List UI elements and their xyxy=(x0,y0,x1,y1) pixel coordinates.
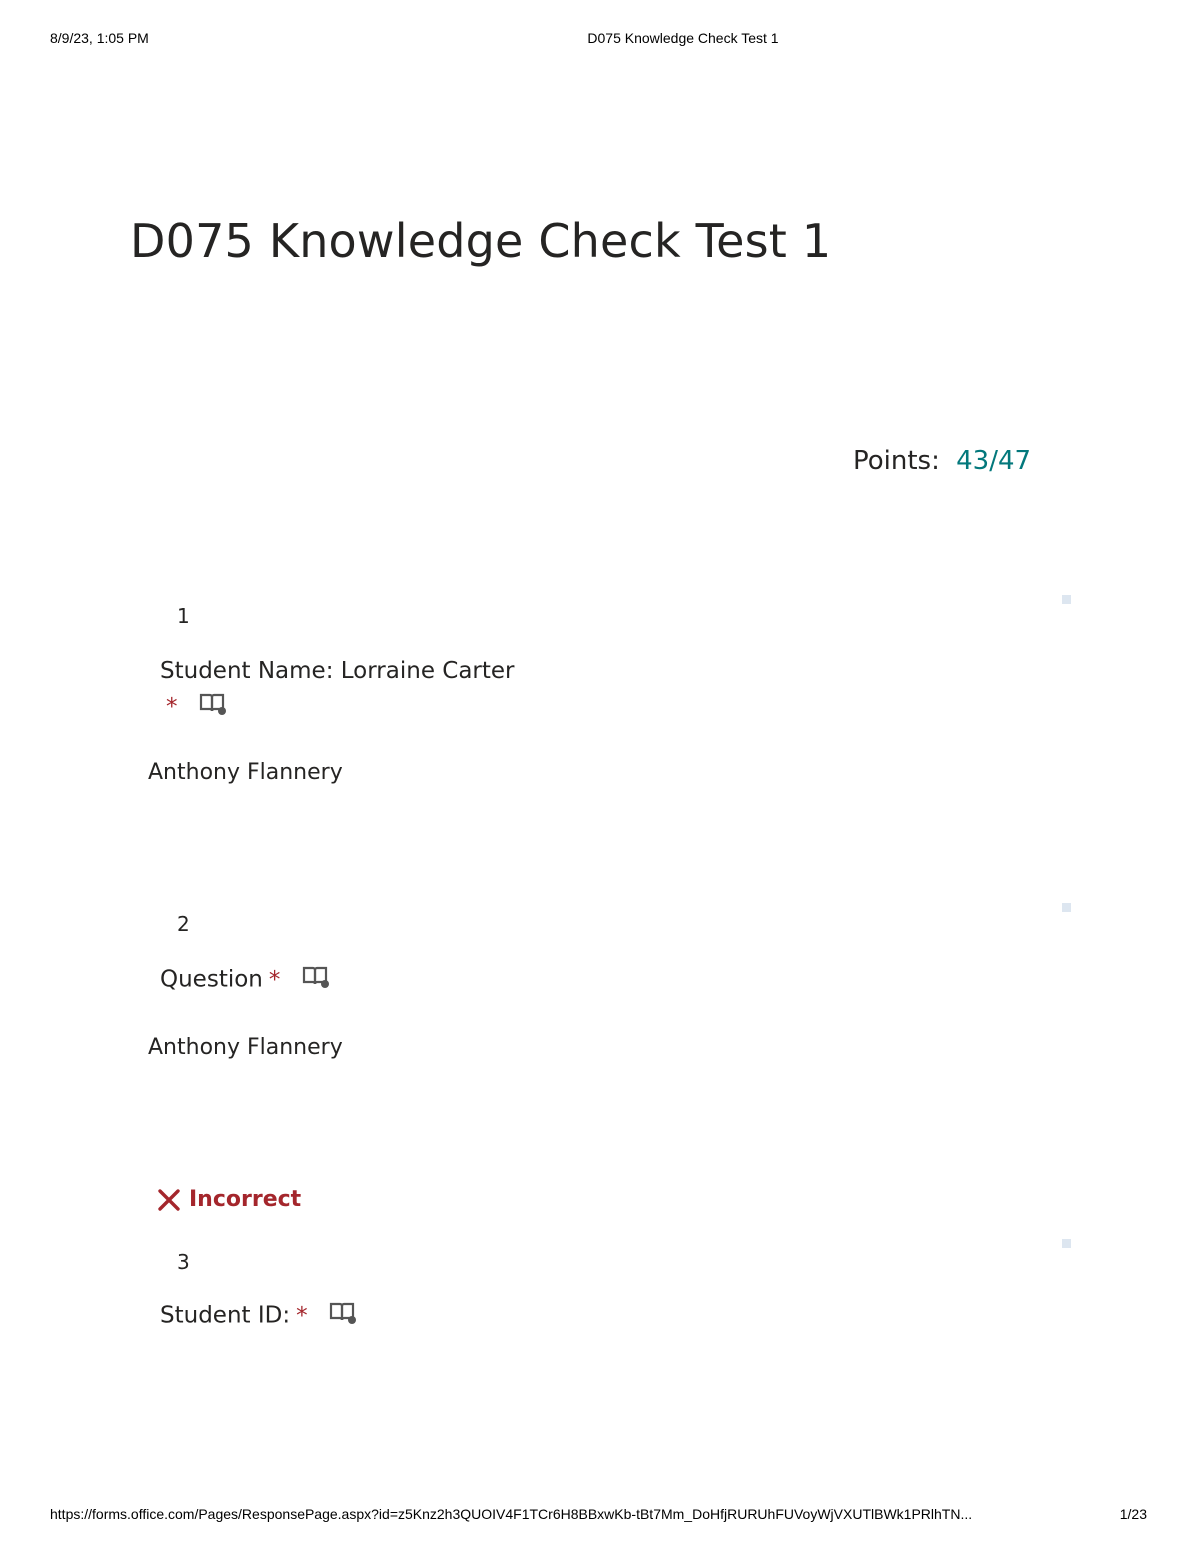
question-1-number: 1 xyxy=(177,604,190,628)
print-page-number: 1/23 xyxy=(1119,1506,1147,1522)
question-2-title-row: Question * xyxy=(160,965,330,995)
question-1-corner-marker xyxy=(1062,595,1071,604)
question-2-number: 2 xyxy=(177,912,190,936)
points-value: 43/47 xyxy=(956,446,1032,476)
question-2-answer: Anthony Flannery xyxy=(148,1035,343,1060)
question-3-title: Student ID: xyxy=(160,1302,291,1329)
points-summary: Points: 43/47 xyxy=(853,446,1031,476)
question-3-number: 3 xyxy=(177,1250,190,1274)
incorrect-badge: Incorrect xyxy=(157,1187,301,1212)
immersive-reader-icon[interactable] xyxy=(329,1301,357,1331)
question-1-meta: * xyxy=(160,692,227,722)
form-title: D075 Knowledge Check Test 1 xyxy=(130,214,832,268)
points-label: Points: xyxy=(853,446,940,476)
question-2-title: Question xyxy=(160,966,263,993)
required-asterisk: * xyxy=(166,693,178,720)
print-url: https://forms.office.com/Pages/ResponseP… xyxy=(50,1506,973,1522)
incorrect-label: Incorrect xyxy=(189,1187,302,1212)
question-3-corner-marker xyxy=(1062,1239,1071,1248)
required-asterisk: * xyxy=(268,966,281,993)
x-mark-icon xyxy=(158,1188,180,1211)
immersive-reader-icon[interactable] xyxy=(199,692,227,722)
question-1-answer: Anthony Flannery xyxy=(148,760,343,785)
immersive-reader-icon[interactable] xyxy=(302,965,330,995)
print-doc-title: D075 Knowledge Check Test 1 xyxy=(587,30,779,46)
question-3-title-row: Student ID: * xyxy=(160,1301,357,1331)
required-asterisk: * xyxy=(296,1302,308,1329)
question-1-title: Student Name: Lorraine Carter xyxy=(160,658,515,684)
question-2-corner-marker xyxy=(1062,903,1071,912)
